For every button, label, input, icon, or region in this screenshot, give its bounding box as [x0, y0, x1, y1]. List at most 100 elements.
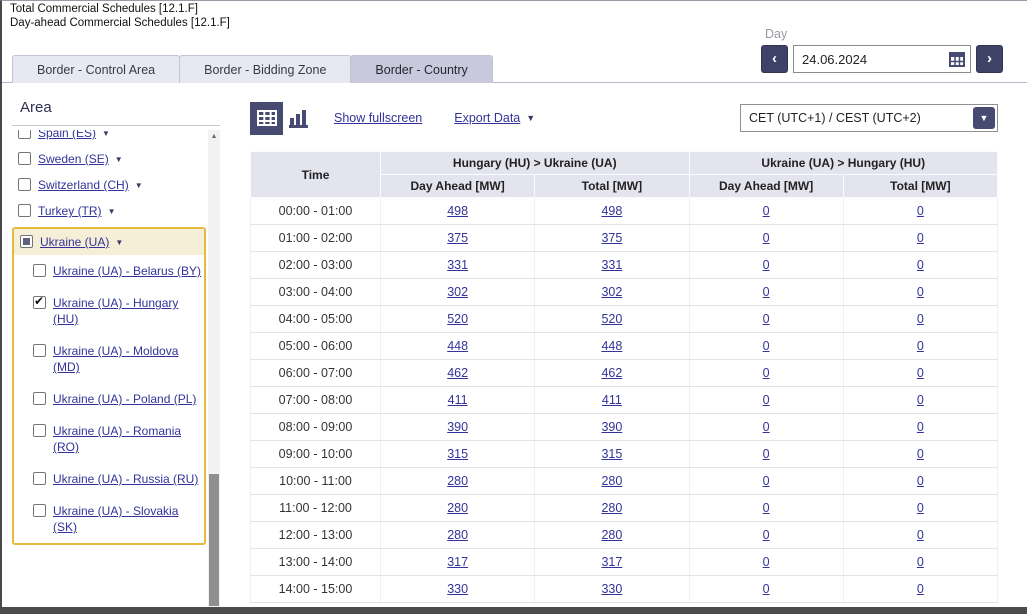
checkbox[interactable] — [18, 152, 31, 165]
sidebar-item[interactable]: Ukraine (UA) - Poland (PL) — [14, 383, 204, 415]
sidebar-item[interactable]: Ukraine (UA) - Russia (RU) — [14, 463, 204, 495]
value-link[interactable]: 520 — [447, 312, 468, 326]
sidebar-item[interactable]: Ukraine (UA) - Romania (RO) — [14, 415, 204, 463]
checkbox-checked[interactable] — [33, 295, 46, 309]
area-link[interactable]: Ukraine (UA) - Hungary (HU) — [53, 295, 202, 327]
area-link[interactable]: Ukraine (UA) - Poland (PL) — [53, 391, 196, 407]
tab-border-bidding-zone[interactable]: Border - Bidding Zone — [179, 55, 352, 83]
area-link[interactable]: Ukraine (UA) - Russia (RU) — [53, 471, 198, 487]
value-link[interactable]: 317 — [447, 555, 468, 569]
value-link[interactable]: 390 — [601, 420, 622, 434]
area-link[interactable]: Spain (ES) — [38, 130, 96, 141]
value-link[interactable]: 0 — [917, 231, 924, 245]
scrollbar-thumb[interactable] — [209, 474, 219, 606]
chevron-down-icon[interactable]: ▼ — [115, 238, 123, 247]
value-link[interactable]: 0 — [763, 501, 770, 515]
area-link[interactable]: Sweden (SE) — [38, 151, 109, 167]
value-link[interactable]: 0 — [917, 204, 924, 218]
value-link[interactable]: 375 — [601, 231, 622, 245]
checkbox[interactable] — [18, 178, 31, 191]
sidebar-item[interactable]: Ukraine (UA) ▼ — [14, 229, 204, 255]
value-link[interactable]: 0 — [917, 285, 924, 299]
tab-border-control-area[interactable]: Border - Control Area — [12, 55, 181, 83]
value-link[interactable]: 330 — [601, 582, 622, 596]
sidebar-item[interactable]: Switzerland (CH) ▼ — [12, 172, 207, 198]
show-fullscreen-link[interactable]: Show fullscreen — [334, 111, 422, 125]
value-link[interactable]: 0 — [917, 366, 924, 380]
value-link[interactable]: 498 — [601, 204, 622, 218]
area-link[interactable]: Ukraine (UA) - Belarus (BY) — [53, 263, 201, 279]
chevron-down-icon[interactable]: ▼ — [102, 130, 110, 138]
chevron-down-icon[interactable]: ▼ — [108, 207, 116, 216]
value-link[interactable]: 280 — [447, 528, 468, 542]
value-link[interactable]: 0 — [917, 474, 924, 488]
checkbox[interactable] — [33, 472, 46, 485]
value-link[interactable]: 0 — [763, 474, 770, 488]
value-link[interactable]: 462 — [601, 366, 622, 380]
value-link[interactable]: 411 — [602, 393, 622, 407]
area-link[interactable]: Switzerland (CH) — [38, 177, 129, 193]
value-link[interactable]: 0 — [763, 285, 770, 299]
sidebar-scrollbar[interactable]: ▲ — [208, 130, 220, 608]
checkbox[interactable] — [18, 130, 31, 139]
area-link[interactable]: Ukraine (UA) — [40, 234, 109, 250]
tab-border-country[interactable]: Border - Country — [350, 55, 493, 83]
value-link[interactable]: 0 — [917, 420, 924, 434]
checkbox[interactable] — [33, 424, 46, 437]
checkbox[interactable] — [18, 204, 31, 217]
value-link[interactable]: 411 — [448, 393, 468, 407]
export-data-link[interactable]: Export Data — [454, 111, 520, 125]
area-link[interactable]: Turkey (TR) — [38, 203, 102, 219]
value-link[interactable]: 331 — [447, 258, 468, 272]
value-link[interactable]: 498 — [447, 204, 468, 218]
timezone-dropdown-button[interactable]: ▼ — [973, 107, 995, 129]
checkbox[interactable] — [33, 264, 46, 277]
value-link[interactable]: 0 — [763, 393, 770, 407]
chart-view-button[interactable] — [283, 101, 316, 135]
value-link[interactable]: 0 — [763, 582, 770, 596]
export-data-control[interactable]: Export Data ▼ — [454, 111, 535, 125]
chevron-down-icon[interactable]: ▼ — [135, 181, 143, 190]
value-link[interactable]: 315 — [601, 447, 622, 461]
value-link[interactable]: 0 — [763, 555, 770, 569]
value-link[interactable]: 280 — [447, 501, 468, 515]
value-link[interactable]: 0 — [763, 204, 770, 218]
value-link[interactable]: 315 — [447, 447, 468, 461]
value-link[interactable]: 0 — [763, 420, 770, 434]
area-link[interactable]: Ukraine (UA) - Slovakia (SK) — [53, 503, 202, 535]
value-link[interactable]: 448 — [601, 339, 622, 353]
value-link[interactable]: 0 — [763, 231, 770, 245]
chevron-down-icon[interactable]: ▼ — [115, 155, 123, 164]
value-link[interactable]: 302 — [601, 285, 622, 299]
value-link[interactable]: 0 — [917, 582, 924, 596]
timezone-select[interactable]: CET (UTC+1) / CEST (UTC+2) ▼ — [740, 104, 998, 132]
sidebar-item[interactable]: Sweden (SE) ▼ — [12, 146, 207, 172]
checkbox[interactable] — [33, 504, 46, 517]
sidebar-item[interactable]: Ukraine (UA) - Slovakia (SK) — [14, 495, 204, 543]
value-link[interactable]: 390 — [447, 420, 468, 434]
sidebar-item[interactable]: Spain (ES) ▼ — [12, 130, 207, 146]
value-link[interactable]: 0 — [763, 312, 770, 326]
value-link[interactable]: 280 — [601, 501, 622, 515]
value-link[interactable]: 280 — [447, 474, 468, 488]
value-link[interactable]: 0 — [917, 258, 924, 272]
area-link[interactable]: Ukraine (UA) - Moldova (MD) — [53, 343, 202, 375]
value-link[interactable]: 0 — [917, 501, 924, 515]
value-link[interactable]: 462 — [447, 366, 468, 380]
checkbox[interactable] — [33, 392, 46, 405]
value-link[interactable]: 280 — [601, 474, 622, 488]
value-link[interactable]: 0 — [763, 447, 770, 461]
value-link[interactable]: 0 — [763, 528, 770, 542]
sidebar-item[interactable]: Ukraine (UA) - Moldova (MD) — [14, 335, 204, 383]
value-link[interactable]: 0 — [917, 339, 924, 353]
checkbox-partial[interactable] — [20, 235, 33, 248]
value-link[interactable]: 375 — [447, 231, 468, 245]
sidebar-item[interactable]: Ukraine (UA) - Belarus (BY) — [14, 255, 204, 287]
checkbox[interactable] — [33, 344, 46, 357]
value-link[interactable]: 0 — [917, 312, 924, 326]
value-link[interactable]: 302 — [447, 285, 468, 299]
value-link[interactable]: 448 — [447, 339, 468, 353]
table-view-button[interactable] — [250, 101, 283, 135]
sidebar-item[interactable]: Turkey (TR) ▼ — [12, 198, 207, 224]
value-link[interactable]: 0 — [917, 447, 924, 461]
